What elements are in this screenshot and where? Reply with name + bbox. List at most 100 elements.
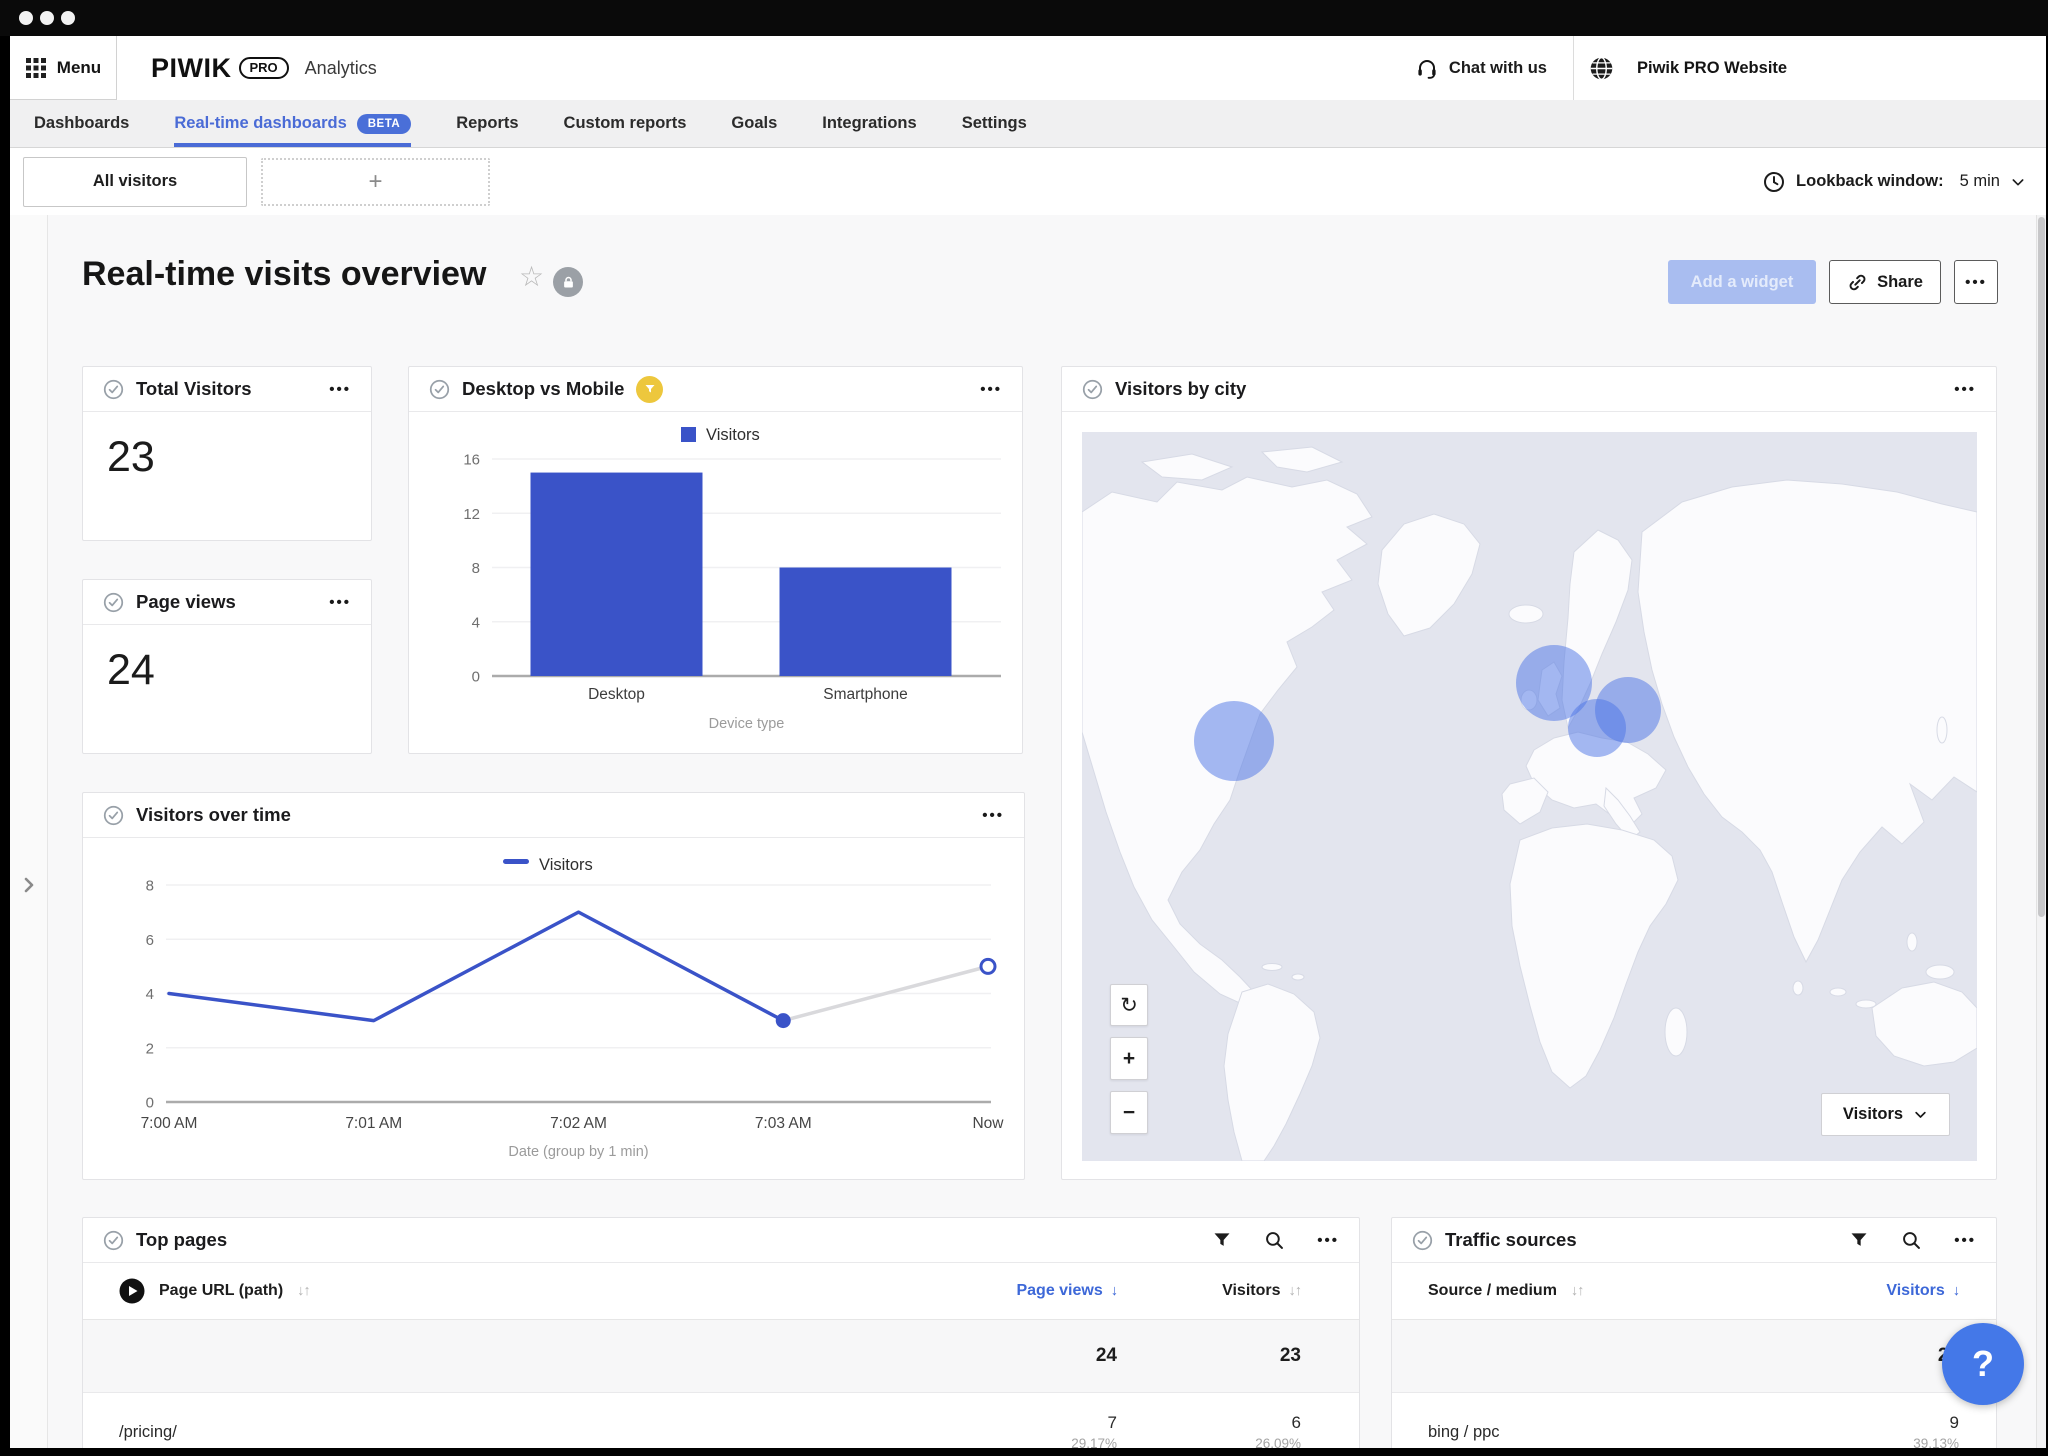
page-views-value: 24 xyxy=(107,646,155,695)
vertical-scrollbar[interactable] xyxy=(2036,215,2046,1448)
dashboard-tab-all-visitors[interactable]: All visitors xyxy=(23,157,247,207)
widget-more-button[interactable]: ••• xyxy=(982,808,1004,823)
tab-integrations[interactable]: Integrations xyxy=(822,100,916,147)
tab-goals[interactable]: Goals xyxy=(731,100,777,147)
svg-text:16: 16 xyxy=(463,452,480,469)
desktop-vs-mobile-chart: 0481216DesktopSmartphoneDevice typeVisit… xyxy=(409,412,1024,755)
svg-text:2: 2 xyxy=(146,1040,154,1057)
sort-icon[interactable]: ↓↑ xyxy=(1289,1283,1302,1299)
favorite-star-icon[interactable]: ☆ xyxy=(519,263,544,291)
chat-with-us-button[interactable]: Chat with us xyxy=(1389,56,1573,80)
widget-header: Top pages ••• xyxy=(83,1218,1359,1263)
tab-reports[interactable]: Reports xyxy=(456,100,518,147)
menu-grid-icon xyxy=(25,57,47,79)
widget-more-button[interactable]: ••• xyxy=(1317,1233,1339,1248)
funnel-icon xyxy=(1212,1230,1232,1250)
column-header-source-medium[interactable]: Source / medium↓↑ xyxy=(1392,1282,1799,1300)
share-button[interactable]: Share xyxy=(1829,260,1941,304)
sort-icon[interactable]: ↓↑ xyxy=(297,1283,310,1299)
widget-title: Total Visitors xyxy=(136,378,251,400)
widget-search-button[interactable] xyxy=(1264,1230,1285,1251)
scrollbar-thumb[interactable] xyxy=(2038,217,2045,917)
share-label: Share xyxy=(1877,273,1923,292)
bar-smartphone[interactable] xyxy=(780,568,952,677)
widget-page-views: Page views ••• 24 xyxy=(82,579,372,754)
traffic-sources-table: Source / medium↓↑Visitors↓23bing / ppc93… xyxy=(1392,1263,1996,1448)
world-map[interactable] xyxy=(1082,432,1977,1161)
bar-desktop[interactable] xyxy=(531,473,703,676)
play-circle-icon[interactable] xyxy=(119,1278,145,1304)
app-header: Menu PIWIK PRO Analytics Chat with us xyxy=(10,36,2046,101)
map-zoom-out-button[interactable]: − xyxy=(1110,1091,1148,1134)
tab-settings[interactable]: Settings xyxy=(962,100,1027,147)
window-minimize-button[interactable] xyxy=(40,11,54,25)
data-point-pending[interactable] xyxy=(981,959,995,973)
svg-text:7:01 AM: 7:01 AM xyxy=(345,1115,402,1132)
column-header-page-url[interactable]: Page URL (path)↓↑ xyxy=(83,1278,817,1304)
dashboard-content: Real-time visits overview ☆ Add a widget… xyxy=(10,215,2046,1448)
map-zoom-in-button[interactable]: + xyxy=(1110,1037,1148,1080)
check-circle-icon xyxy=(103,805,124,826)
column-label: Page views xyxy=(1016,1282,1102,1300)
column-header-page-views[interactable]: Page views↓ xyxy=(817,1282,1117,1300)
column-header-visitors[interactable]: Visitors ↓↑ xyxy=(1117,1282,1301,1300)
map-reset-button[interactable]: ↻ xyxy=(1110,984,1148,1026)
lookback-control[interactable]: Lookback window: 5 min xyxy=(1762,170,2026,194)
table-row[interactable]: /pricing/729.17%626.09% xyxy=(83,1393,1359,1448)
table-row[interactable]: bing / ppc939.13% xyxy=(1392,1393,1996,1448)
expand-sidebar-button[interactable] xyxy=(17,873,41,897)
widget-more-button[interactable]: ••• xyxy=(980,382,1002,397)
menu-button[interactable]: Menu xyxy=(10,36,117,100)
svg-text:7:00 AM: 7:00 AM xyxy=(141,1115,198,1132)
widget-visitors-over-time: Visitors over time ••• 024687:00 AM7:01 … xyxy=(82,792,1025,1180)
visitors-over-time-chart-body: 024687:00 AM7:01 AM7:02 AM7:03 AMNowDate… xyxy=(83,838,1024,1179)
page-url-cell: /pricing/ xyxy=(83,1423,817,1442)
column-label: Visitors xyxy=(1222,1282,1280,1300)
tab-dashboards[interactable]: Dashboards xyxy=(34,100,129,147)
window-close-button[interactable] xyxy=(19,11,33,25)
headset-icon xyxy=(1415,56,1439,80)
dashboard-more-button[interactable]: ••• xyxy=(1954,260,1998,304)
window-zoom-button[interactable] xyxy=(61,11,75,25)
widget-search-button[interactable] xyxy=(1901,1230,1922,1251)
lookback-label: Lookback window: xyxy=(1796,172,1944,191)
sidebar-collapsed-strip xyxy=(10,215,48,1448)
widget-filter-button[interactable] xyxy=(1212,1230,1232,1250)
sort-icon[interactable]: ↓↑ xyxy=(1571,1283,1584,1299)
chevron-down-icon xyxy=(2010,174,2026,190)
add-widget-button[interactable]: Add a widget xyxy=(1668,260,1816,304)
total-visitors-value: 23 xyxy=(107,433,155,482)
visitors-cell-percent: 39.13% xyxy=(1913,1436,1959,1448)
visitor-bubble-southern-europe[interactable] xyxy=(1568,699,1626,757)
segment-filter-badge[interactable] xyxy=(636,376,663,403)
table-header-row: Source / medium↓↑Visitors↓ xyxy=(1392,1263,1996,1320)
widget-filter-button[interactable] xyxy=(1849,1230,1869,1250)
widget-more-button[interactable]: ••• xyxy=(1954,382,1976,397)
data-point-current[interactable] xyxy=(776,1013,791,1028)
tab-real-time-dashboards[interactable]: Real-time dashboardsBETA xyxy=(174,100,411,147)
check-circle-icon xyxy=(1082,379,1103,400)
widget-more-button[interactable]: ••• xyxy=(1954,1233,1976,1248)
chevron-down-icon xyxy=(1913,1107,1928,1122)
widget-header: Page views ••• xyxy=(83,580,371,625)
map-metric-selector[interactable]: Visitors xyxy=(1821,1093,1950,1136)
widget-total-visitors: Total Visitors ••• 23 xyxy=(82,366,372,541)
visitors-cell-percent: 26.09% xyxy=(1255,1436,1301,1448)
add-dashboard-button[interactable]: + xyxy=(261,158,490,206)
visitor-bubble-north-america[interactable] xyxy=(1194,701,1274,781)
map-metric-label: Visitors xyxy=(1843,1105,1903,1124)
column-header-visitors[interactable]: Visitors↓ xyxy=(1799,1282,1959,1300)
website-selector[interactable]: Piwik PRO Website xyxy=(1574,55,2046,82)
funnel-icon xyxy=(644,383,656,395)
help-button[interactable]: ? xyxy=(1942,1323,2024,1405)
globe-icon xyxy=(1588,55,1615,82)
logo-text: PIWIK xyxy=(151,53,232,84)
sort-desc-icon[interactable]: ↓ xyxy=(1953,1283,1959,1299)
widget-more-button[interactable]: ••• xyxy=(329,595,351,610)
tab-label: Custom reports xyxy=(564,114,687,133)
svg-text:Device type: Device type xyxy=(709,716,785,732)
widget-header: Visitors by city ••• xyxy=(1062,367,1996,412)
widget-more-button[interactable]: ••• xyxy=(329,382,351,397)
app-window: Menu PIWIK PRO Analytics Chat with us xyxy=(10,36,2046,1448)
tab-custom-reports[interactable]: Custom reports xyxy=(564,100,687,147)
